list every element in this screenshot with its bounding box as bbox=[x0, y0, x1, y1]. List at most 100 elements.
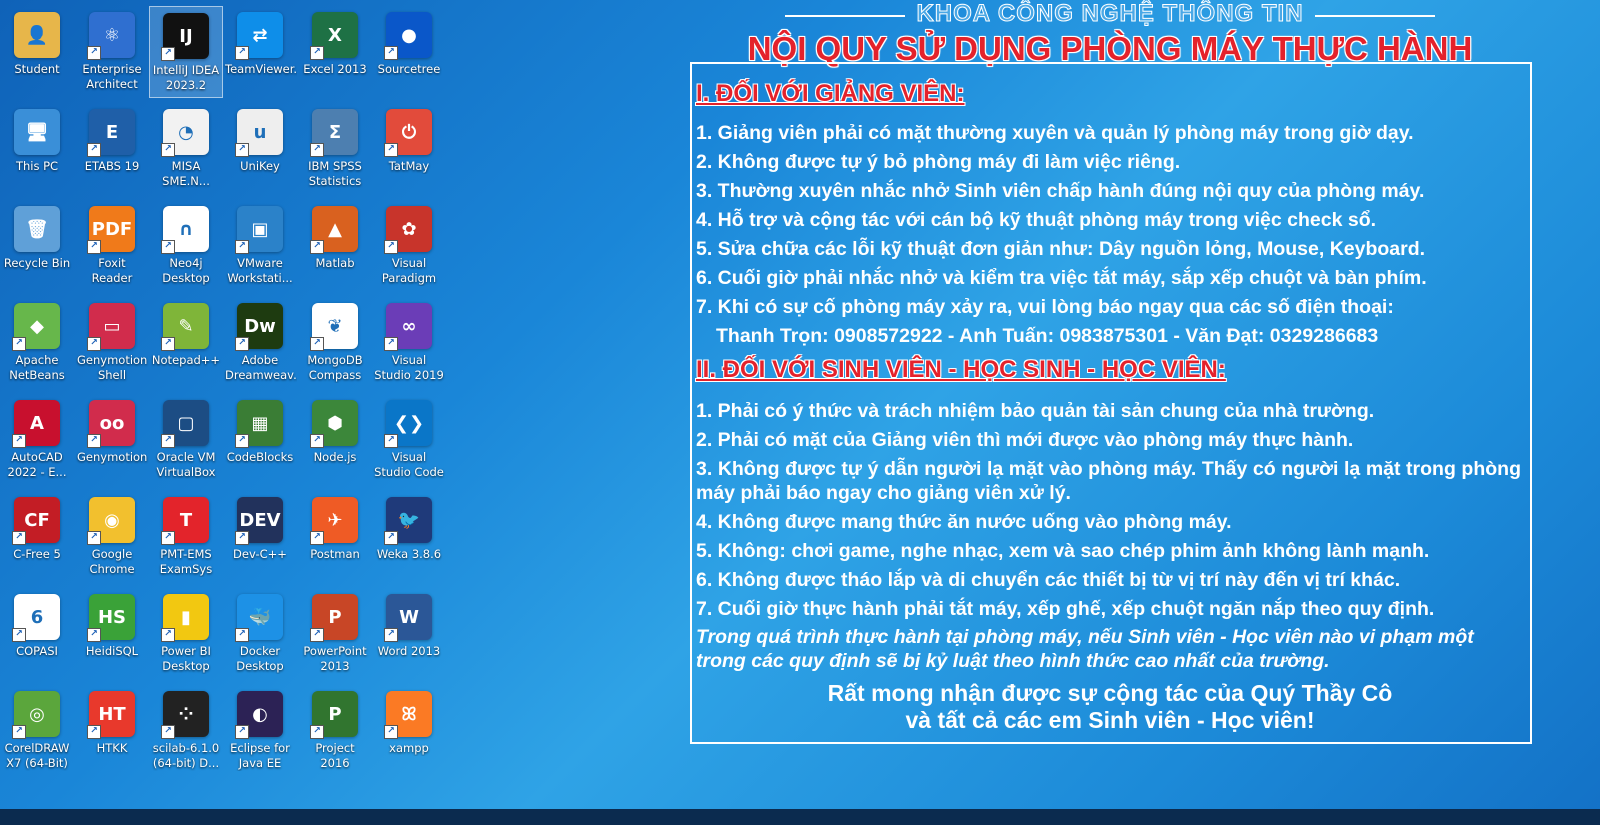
shortcut-arrow-icon: ↗ bbox=[12, 337, 26, 351]
visual-studio-code-icon: ❮❯ ↗ bbox=[384, 400, 432, 448]
desktop-icon-enterprise-architect[interactable]: ⚛ ↗ Enterprise Architect bbox=[75, 6, 149, 98]
desktop-icon-vmware-workstati[interactable]: ▣ ↗ VMware Workstati... bbox=[223, 200, 297, 292]
desktop-icon-weka-3-8-6[interactable]: 🐦 ↗ Weka 3.8.6 bbox=[372, 491, 446, 583]
ibm-spss-statistics-20-icon: Σ ↗ bbox=[310, 109, 358, 157]
project-2016-icon: P ↗ bbox=[310, 691, 358, 739]
desktop-icon-scilab-6-1-0-64-bit-d[interactable]: ⁘ ↗ scilab-6.1.0 (64-bit) D... bbox=[149, 685, 223, 777]
desktop-icon-area: 👤 Student ⚛ ↗ Enterprise Architect IJ ↗ Intelli… bbox=[0, 0, 460, 800]
powerpoint-2013-icon: P ↗ bbox=[310, 594, 358, 642]
desktop-icon-power-bi-desktop[interactable]: ▮ ↗ Power BI Desktop bbox=[149, 588, 223, 680]
desktop-icon-google-chrome[interactable]: ◉ ↗ Google Chrome bbox=[75, 491, 149, 583]
desktop-icon-genymotion[interactable]: oo ↗ Genymotion bbox=[75, 394, 149, 486]
desktop-icon-this-pc[interactable]: 🖥 This PC bbox=[0, 103, 74, 195]
desktop-icon-sourcetree[interactable]: ● ↗ Sourcetree bbox=[372, 6, 446, 98]
desktop-icon-student[interactable]: 👤 Student bbox=[0, 6, 74, 98]
desktop-icon-c-free-5[interactable]: CF ↗ C-Free 5 bbox=[0, 491, 74, 583]
desktop-icon-docker-desktop[interactable]: 🐳 ↗ Docker Desktop bbox=[223, 588, 297, 680]
shortcut-arrow-icon: ↗ bbox=[384, 240, 398, 254]
desktop-icon-neo4j-desktop[interactable]: ∩ ↗ Neo4j Desktop bbox=[149, 200, 223, 292]
closing-line-2: và tất cả các em Sinh viên - Học viên! bbox=[905, 707, 1315, 733]
desktop-icon-label: PMT-EMS ExamSys Te... bbox=[159, 547, 213, 576]
desktop-icon-xampp[interactable]: ꕤ ↗ xampp bbox=[372, 685, 446, 777]
desktop-icon-tatmay[interactable]: ⏻ ↗ TatMay bbox=[372, 103, 446, 195]
desktop-icon-postman[interactable]: ✈ ↗ Postman bbox=[298, 491, 372, 583]
desktop-icon-pmt-ems-examsys-te[interactable]: T↗PMT-EMS ExamSys Te... bbox=[149, 491, 223, 583]
desktop-icon-label: Genymotion bbox=[77, 450, 148, 464]
desktop-icon-label: ETABS 19 bbox=[84, 159, 140, 173]
codeblocks-icon: ▦ ↗ bbox=[235, 400, 283, 448]
lecturer-rule-7: 7. Khi có sự cố phòng máy xảy ra, vui lò… bbox=[696, 296, 1394, 318]
desktop-icon-foxit-reader[interactable]: PDF ↗ Foxit Reader bbox=[75, 200, 149, 292]
desktop-icon-notepad[interactable]: ✎ ↗ Notepad++ bbox=[149, 297, 223, 389]
shortcut-arrow-icon: ↗ bbox=[12, 725, 26, 739]
shortcut-arrow-icon: ↗ bbox=[87, 531, 101, 545]
desktop-icon-eclipse-for-java-ee[interactable]: ◐ ↗ Eclipse for Java EE bbox=[223, 685, 297, 777]
shortcut-arrow-icon: ↗ bbox=[384, 725, 398, 739]
shortcut-arrow-icon: ↗ bbox=[161, 240, 175, 254]
teamviewer-icon: ⇄ ↗ bbox=[235, 12, 283, 60]
desktop-icon-copasi[interactable]: 6 ↗ COPASI bbox=[0, 588, 74, 680]
power-bi-desktop-icon: ▮ ↗ bbox=[161, 594, 209, 642]
htkk-icon: HT ↗ bbox=[87, 691, 135, 739]
shortcut-arrow-icon: ↗ bbox=[384, 337, 398, 351]
misa-sme-n-icon: ◔ ↗ bbox=[161, 109, 209, 157]
student-rule-1: 1. Phải có ý thức và trách nhiệm bảo quả… bbox=[696, 400, 1375, 422]
section-students-title: II. ĐỐI VỚI SINH VIÊN - HỌC SINH - HỌC V… bbox=[696, 356, 1226, 383]
apache-netbeans-i-icon: ◆ ↗ bbox=[12, 303, 60, 351]
rules-poster: KHOA CÔNG NGHỆ THÔNG TIN NỘI QUY SỬ DỤNG… bbox=[690, 0, 1550, 760]
desktop-icon-visual-paradigm-f[interactable]: ✿↗Visual Paradigm f... bbox=[372, 200, 446, 292]
desktop-icon-autocad-2022-e[interactable]: A ↗ AutoCAD 2022 - E... bbox=[0, 394, 74, 486]
autocad-2022-e-icon: A ↗ bbox=[12, 400, 60, 448]
shortcut-arrow-icon: ↗ bbox=[235, 434, 249, 448]
desktop-icon-label: IntelliJ IDEA 2023.2 bbox=[152, 63, 220, 92]
intellij-idea-2023-2-icon: IJ ↗ bbox=[161, 13, 209, 61]
desktop-icon-label: AutoCAD 2022 - E... bbox=[7, 450, 67, 479]
shortcut-arrow-icon: ↗ bbox=[87, 240, 101, 254]
desktop-icon-label: UniKey bbox=[240, 159, 280, 173]
student-rule-2: 2. Phải có mặt của Giảng viên thì mới đư… bbox=[696, 429, 1354, 451]
desktop-icon-node-js[interactable]: ⬢ ↗ Node.js bbox=[298, 394, 372, 486]
desktop-icon-label: CorelDRAW X7 (64-Bit) bbox=[4, 741, 70, 770]
desktop-icon-powerpoint-2013[interactable]: P ↗ PowerPoint 2013 bbox=[298, 588, 372, 680]
desktop-icon-label: Genymotion Shell bbox=[77, 353, 148, 382]
shortcut-arrow-icon: ↗ bbox=[235, 725, 249, 739]
desktop-icon-label: Adobe Dreamweav... bbox=[225, 353, 297, 382]
lecturer-rule-3: 3. Thường xuyên nhắc nhở Sinh viên chấp … bbox=[696, 180, 1425, 202]
desktop-icon-coreldraw-x7-64-bit[interactable]: ◎ ↗ CorelDRAW X7 (64-Bit) bbox=[0, 685, 74, 777]
desktop-icon-htkk[interactable]: HT ↗ HTKK bbox=[75, 685, 149, 777]
desktop-icon-genymotion-shell[interactable]: ▭ ↗ Genymotion Shell bbox=[75, 297, 149, 389]
desktop-icon-dev-c[interactable]: DEV ↗ Dev-C++ bbox=[223, 491, 297, 583]
shortcut-arrow-icon: ↗ bbox=[161, 143, 175, 157]
desktop-icon-excel-2013[interactable]: X ↗ Excel 2013 bbox=[298, 6, 372, 98]
desktop-icon-adobe-dreamweav[interactable]: Dw ↗ Adobe Dreamweav... bbox=[223, 297, 297, 389]
google-chrome-icon: ◉ ↗ bbox=[87, 497, 135, 545]
desktop-icon-mongodb-compass[interactable]: ❦ ↗ MongoDB Compass bbox=[298, 297, 372, 389]
desktop-icon-label: Oracle VM VirtualBox bbox=[156, 450, 216, 479]
desktop-icon-visual-studio-2019[interactable]: ∞ ↗ Visual Studio 2019 bbox=[372, 297, 446, 389]
desktop-icon-apache-netbeans-i[interactable]: ◆↗Apache NetBeans I... bbox=[0, 297, 74, 389]
node-js-icon: ⬢ ↗ bbox=[310, 400, 358, 448]
desktop-icon-unikey[interactable]: u ↗ UniKey bbox=[223, 103, 297, 195]
desktop-icon-project-2016[interactable]: P ↗ Project 2016 bbox=[298, 685, 372, 777]
c-free-5-icon: CF ↗ bbox=[12, 497, 60, 545]
desktop-icon-label: This PC bbox=[15, 159, 59, 173]
desktop-icon-word-2013[interactable]: W ↗ Word 2013 bbox=[372, 588, 446, 680]
student-icon: 👤 bbox=[14, 12, 60, 58]
desktop-icon-codeblocks[interactable]: ▦ ↗ CodeBlocks bbox=[223, 394, 297, 486]
desktop-icon-label: Apache NetBeans I... bbox=[9, 353, 65, 382]
desktop-icon-heidisql[interactable]: HS ↗ HeidiSQL bbox=[75, 588, 149, 680]
desktop-icon-misa-sme-n[interactable]: ◔ ↗ MISA SME.N... bbox=[149, 103, 223, 195]
desktop-icon-oracle-vm-virtualbox[interactable]: ▢ ↗ Oracle VM VirtualBox bbox=[149, 394, 223, 486]
adobe-dreamweav-icon: Dw ↗ bbox=[235, 303, 283, 351]
shortcut-arrow-icon: ↗ bbox=[161, 531, 175, 545]
desktop-icon-label: Project 2016 bbox=[315, 741, 355, 770]
desktop-icon-teamviewer[interactable]: ⇄ ↗ TeamViewer... bbox=[223, 6, 297, 98]
desktop-icon-recycle-bin[interactable]: 🗑 Recycle Bin bbox=[0, 200, 74, 292]
violation-note: Trong quá trình thực hành tại phòng máy,… bbox=[696, 626, 1474, 672]
desktop-icon-intellij-idea-2023-2[interactable]: IJ ↗ IntelliJ IDEA 2023.2 bbox=[149, 6, 223, 98]
desktop-icon-matlab[interactable]: ▲ ↗ Matlab bbox=[298, 200, 372, 292]
desktop-icon-etabs-19[interactable]: E ↗ ETABS 19 bbox=[75, 103, 149, 195]
bottom-edge bbox=[0, 809, 1600, 825]
desktop-icon-visual-studio-code[interactable]: ❮❯ ↗ Visual Studio Code bbox=[372, 394, 446, 486]
desktop-icon-ibm-spss-statistics-20[interactable]: Σ↗IBM SPSS Statistics 20 bbox=[298, 103, 372, 195]
